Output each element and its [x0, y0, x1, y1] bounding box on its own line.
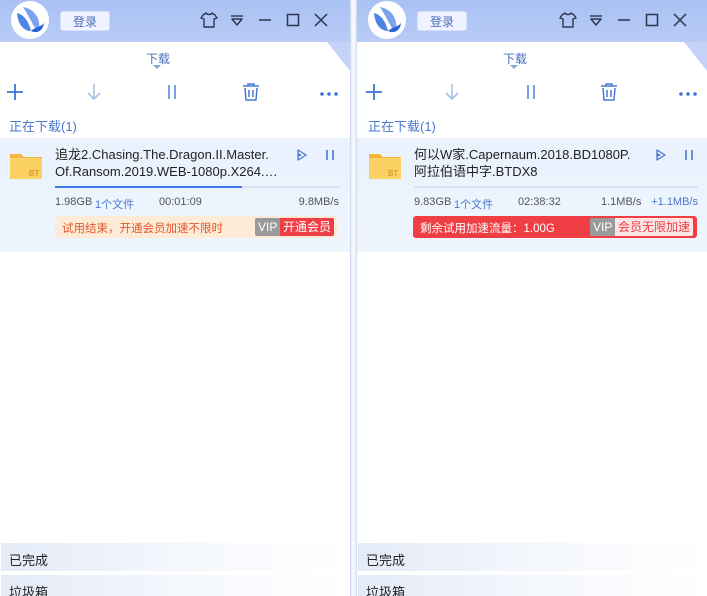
- speed-play-icon[interactable]: [294, 147, 310, 163]
- bt-folder-icon: BT: [368, 148, 402, 182]
- login-button[interactable]: 登录: [417, 11, 467, 31]
- delete-icon[interactable]: [597, 80, 621, 104]
- login-button[interactable]: 登录: [60, 11, 110, 31]
- download-item[interactable]: BT 追龙2.Chasing.The.Dragon.II.Master. Of.…: [0, 138, 350, 252]
- unlimited-boost-button[interactable]: 会员无限加速: [615, 218, 694, 236]
- download-panel-left: 登录 下载 正在下载(1) BT 追龙2.Chasing.The.Dragon.…: [0, 0, 350, 596]
- add-icon[interactable]: [362, 80, 386, 104]
- trash-section[interactable]: 垃圾箱: [1, 575, 349, 596]
- add-icon[interactable]: [3, 80, 27, 104]
- more-icon[interactable]: [676, 80, 700, 104]
- minimize-icon[interactable]: [613, 9, 635, 31]
- more-icon[interactable]: [317, 80, 341, 104]
- progress-bar: [414, 186, 698, 188]
- boost-speed: +1.1MB/s: [651, 196, 698, 208]
- item-pause-icon[interactable]: [322, 147, 338, 163]
- trial-banner[interactable]: 剩余试用加速流量：1.00G VIP 会员无限加速: [413, 216, 697, 238]
- svg-text:BT: BT: [388, 169, 398, 178]
- download-icon[interactable]: [440, 80, 464, 104]
- bt-folder-icon: BT: [9, 148, 43, 182]
- download-icon[interactable]: [82, 80, 106, 104]
- toolbar: [0, 78, 350, 106]
- pause-icon[interactable]: [160, 80, 184, 104]
- download-speed: 1.1MB/s: [601, 196, 642, 208]
- trial-banner[interactable]: 试用结束，开通会员加速不限时 VIP 开通会员: [55, 216, 337, 238]
- file-name: 追龙2.Chasing.The.Dragon.II.Master. Of.Ran…: [55, 147, 283, 179]
- download-item[interactable]: BT 何以W家.Capernaum.2018.BD1080P. 阿拉伯语中字.B…: [357, 138, 707, 252]
- shirt-icon[interactable]: [198, 9, 220, 31]
- open-membership-button[interactable]: 开通会员: [280, 218, 335, 236]
- banner-message: 剩余试用加速流量：1.00G: [420, 223, 555, 235]
- file-count[interactable]: 1个文件: [95, 196, 134, 212]
- completed-section[interactable]: 已完成: [1, 543, 349, 571]
- banner-message: 试用结束，开通会员加速不限时: [62, 223, 223, 235]
- downloading-section-title[interactable]: 正在下载(1): [368, 116, 436, 135]
- dropdown-icon[interactable]: [585, 9, 607, 31]
- trash-section[interactable]: 垃圾箱: [358, 575, 706, 596]
- progress-fill: [55, 186, 243, 188]
- completed-section[interactable]: 已完成: [358, 543, 706, 571]
- close-icon[interactable]: [310, 9, 332, 31]
- app-logo[interactable]: [11, 1, 49, 39]
- svg-text:BT: BT: [29, 169, 39, 178]
- elapsed-time: 00:01:09: [159, 196, 202, 208]
- shirt-icon[interactable]: [557, 9, 579, 31]
- app-window: 登录 下载 正在下载(1) BT 追龙2.Chasing.The.Dragon.…: [0, 0, 707, 596]
- item-pause-icon[interactable]: [681, 147, 697, 163]
- toolbar: [357, 78, 707, 106]
- dropdown-icon[interactable]: [226, 9, 248, 31]
- panel-divider: [350, 0, 357, 596]
- remaining-time: 02:38:32: [518, 196, 561, 208]
- minimize-icon[interactable]: [254, 9, 276, 31]
- delete-icon[interactable]: [239, 80, 263, 104]
- maximize-icon[interactable]: [282, 9, 304, 31]
- downloading-section-title[interactable]: 正在下载(1): [9, 116, 77, 135]
- file-size: 1.98GB: [55, 196, 93, 208]
- speed-play-icon[interactable]: [653, 147, 669, 163]
- tab-indicator: [510, 65, 518, 69]
- item-meta: 1.98GB 1个文件 00:01:09 9.8MB/s: [55, 196, 339, 212]
- vip-badge: VIP: [255, 218, 281, 236]
- vip-badge: VIP: [590, 218, 616, 236]
- file-name: 何以W家.Capernaum.2018.BD1080P. 阿拉伯语中字.BTDX…: [414, 147, 631, 179]
- file-count[interactable]: 1个文件: [454, 196, 493, 212]
- completed-label: 已完成: [9, 553, 49, 568]
- pause-icon[interactable]: [519, 80, 543, 104]
- download-speed: 9.8MB/s: [298, 196, 339, 208]
- completed-label: 已完成: [366, 553, 406, 568]
- file-size: 9.83GB: [414, 196, 452, 208]
- tab-indicator: [153, 65, 161, 69]
- trash-label: 垃圾箱: [9, 585, 49, 596]
- app-logo[interactable]: [368, 1, 406, 39]
- maximize-icon[interactable]: [641, 9, 663, 31]
- item-meta: 9.83GB 1个文件 02:38:32 1.1MB/s +1.1MB/s: [414, 196, 698, 212]
- close-icon[interactable]: [669, 9, 691, 31]
- download-panel-right: 登录 下载 正在下载(1) BT 何以W家.Capernaum.2018.BD1…: [357, 0, 707, 596]
- progress-bar: [55, 186, 339, 188]
- trash-label: 垃圾箱: [366, 585, 406, 596]
